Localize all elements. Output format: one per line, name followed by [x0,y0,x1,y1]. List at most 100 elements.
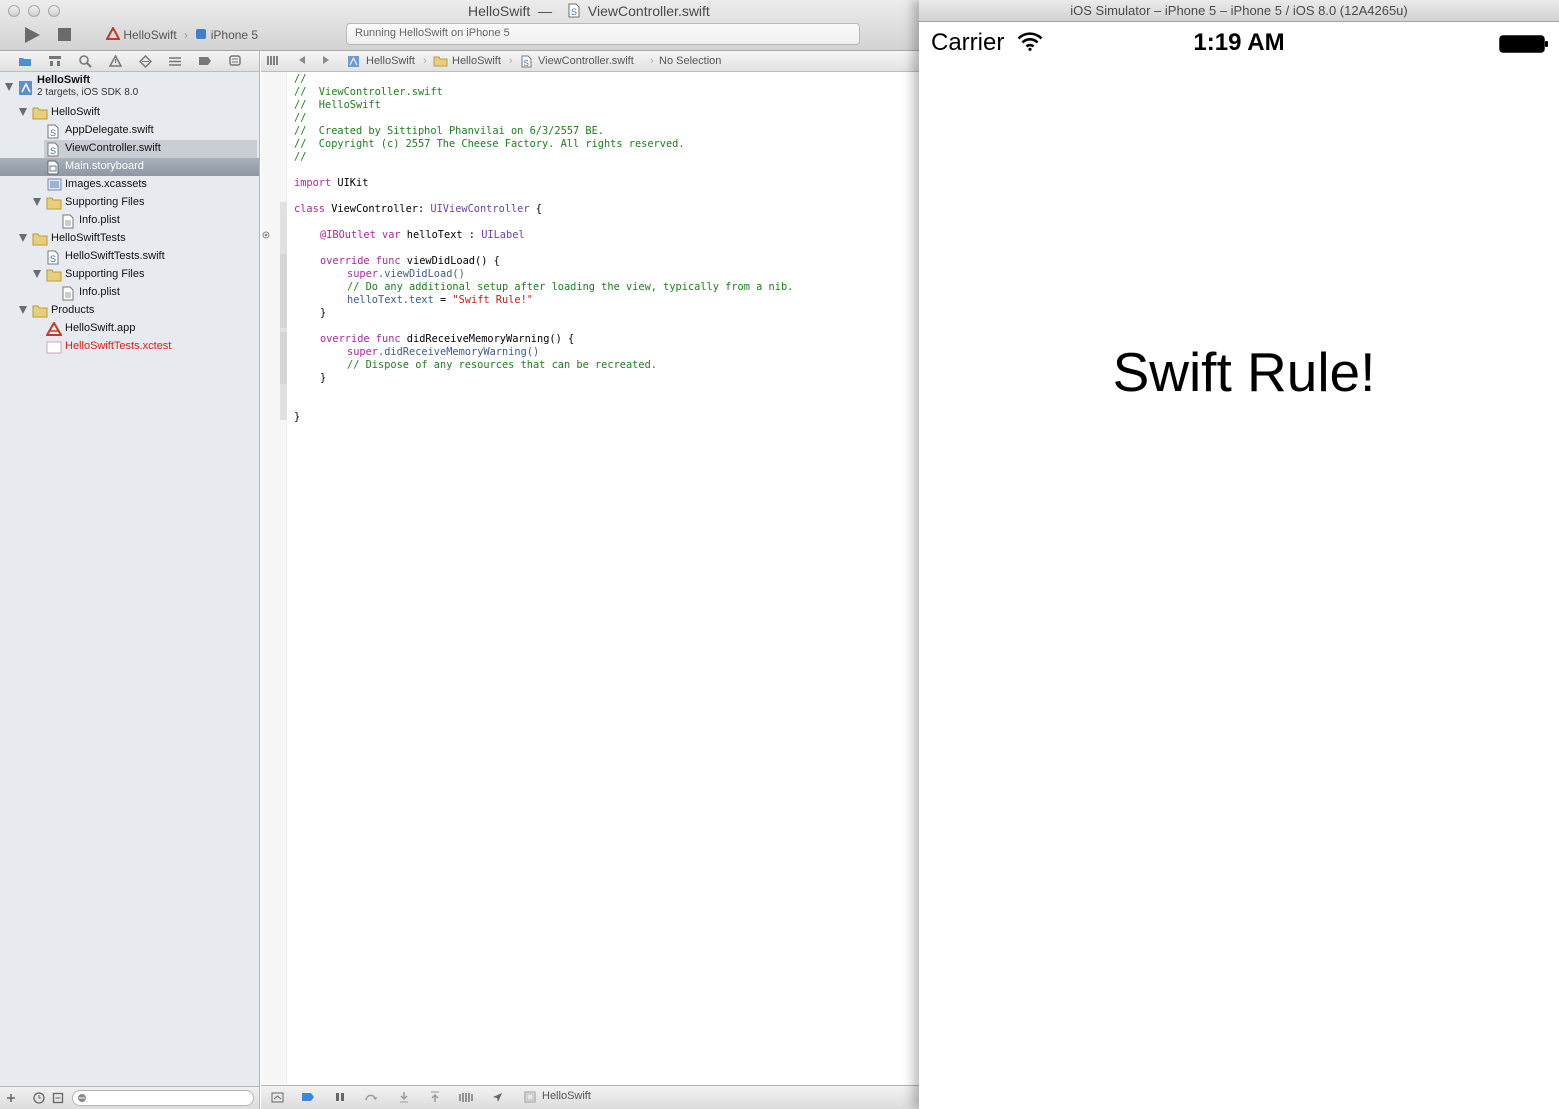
symbol-hierarchy-icon[interactable] [47,54,63,68]
tree-item-label: Images.xcassets [65,178,147,190]
chevron-right-icon: › [423,55,427,67]
code-token: .text [402,294,434,306]
folder-icon [32,304,48,318]
debug-target-label[interactable]: HelloSwift [542,1090,591,1102]
code-token: didReceiveMemoryWarning() { [400,333,575,345]
swift-file-icon: S [47,124,63,139]
forward-arrow-icon[interactable] [321,55,331,68]
step-out-icon[interactable] [428,1091,442,1103]
code-keyword: override [320,255,370,267]
source-editor[interactable]: // // ViewController.swift // HelloSwift… [261,72,919,1084]
jumpbar-file[interactable]: ViewController.swift [538,55,634,67]
app-icon [45,321,63,336]
code-folding-ribbon[interactable] [280,254,287,328]
breakpoint-icon[interactable] [197,54,213,68]
disclosure-expanded-icon[interactable] [19,306,27,314]
code-type: UIViewController [430,203,530,215]
tree-item-tests-group[interactable]: HelloSwiftTests [0,230,259,248]
tree-item-label: HelloSwift.app [65,322,136,334]
pause-icon[interactable] [333,1091,347,1103]
hello-text-label: Swift Rule! [1112,341,1376,403]
tree-item-appdelegate[interactable]: S AppDelegate.swift [0,122,259,140]
code-keyword: func [369,255,401,267]
tree-item-images-xcassets[interactable]: Images.xcassets [0,176,259,194]
log-icon[interactable] [227,54,243,68]
search-icon[interactable] [77,54,93,68]
tree-item-info-plist[interactable]: Info.plist [0,212,259,230]
tree-item-project[interactable]: HelloSwift 2 targets, iOS SDK 8.0 [0,73,259,103]
view-debugging-icon[interactable] [459,1091,473,1103]
navigator-filter-input[interactable] [72,1090,254,1106]
location-arrow-icon[interactable] [490,1091,504,1103]
add-icon[interactable] [3,1091,19,1105]
tree-item-tests-swift[interactable]: S HelloSwiftTests.swift [0,248,259,266]
close-window-button[interactable] [8,5,20,17]
folder-icon[interactable] [17,54,33,68]
tree-item-supporting-files[interactable]: Supporting Files [0,194,259,212]
code-keyword: super [347,346,378,358]
navigator-filter-bar [0,1086,259,1109]
tree-item-helloswift-group[interactable]: HelloSwift [0,104,259,122]
tree-item-helloswift-app[interactable]: HelloSwift.app [0,320,259,338]
disclosure-expanded-icon[interactable] [19,234,27,242]
jumpbar-selection[interactable]: No Selection [659,55,721,67]
code-line: super.viewDidLoad() [347,268,465,281]
back-arrow-icon[interactable] [297,55,307,68]
stop-button[interactable] [56,26,76,44]
xcode-project-icon [18,80,34,95]
code-line: } [320,372,327,384]
minimize-window-button[interactable] [28,5,40,17]
step-into-icon[interactable] [397,1091,411,1103]
tree-item-tests-info-plist[interactable]: Info.plist [0,284,259,302]
recent-files-icon[interactable] [31,1091,47,1105]
scheme-selector[interactable]: HelloSwift › iPhone 5 [105,25,258,43]
code-line: // Do any additional setup after loading… [347,281,794,293]
project-navigator: HelloSwift 2 targets, iOS SDK 8.0 HelloS… [0,51,260,1109]
tree-item-products[interactable]: Products [0,302,259,320]
swift-file-icon: S [47,142,63,157]
tree-item-label: HelloSwift [51,106,100,118]
simulator-title: iOS Simulator – iPhone 5 – iPhone 5 / iO… [919,0,1559,22]
disclosure-expanded-icon[interactable] [33,270,41,278]
tree-item-tests-supporting-files[interactable]: Supporting Files [0,266,259,284]
warning-icon[interactable] [107,54,123,68]
tree-item-viewcontroller[interactable]: S ViewController.swift [44,140,257,158]
jumpbar-group[interactable]: HelloSwift [452,55,501,67]
run-button[interactable] [22,26,42,44]
activity-viewer: Running HelloSwift on iPhone 5 [346,23,860,45]
iphone-device-icon [195,28,210,43]
debug-bar: HelloSwift [261,1085,919,1109]
code-keyword: @IBOutlet [320,229,376,241]
test-bundle-icon [46,340,62,354]
code-token: ViewController: [325,203,431,215]
debug-navigator-icon[interactable] [167,54,183,68]
step-over-icon[interactable] [364,1091,378,1103]
code-line: super.didReceiveMemoryWarning() [347,346,539,359]
code-line: } [320,307,327,319]
source-control-filter-icon[interactable] [50,1091,66,1105]
code-folding-ribbon[interactable] [280,332,287,384]
test-icon[interactable] [137,54,153,68]
tree-item-label: AppDelegate.swift [65,124,154,136]
code-line: class ViewController: UIViewController { [294,203,542,216]
svg-text:S: S [50,146,56,156]
code-line: override func viewDidLoad() { [320,255,500,268]
folder-icon [32,232,48,246]
breakpoints-toggle-icon[interactable] [301,1091,315,1103]
filter-icon [78,1094,86,1102]
tree-item-main-storyboard[interactable]: Main.storyboard [0,158,259,176]
tree-item-tests-xctest[interactable]: HelloSwiftTests.xctest [0,338,259,356]
related-items-icon[interactable] [267,55,279,69]
jumpbar-project[interactable]: HelloSwift [366,55,415,67]
tree-item-label: Products [51,304,95,316]
app-target-icon [105,25,123,43]
disclosure-expanded-icon[interactable] [33,198,41,206]
disclosure-expanded-icon[interactable] [5,83,13,91]
hide-debug-area-icon[interactable] [270,1091,284,1103]
tree-item-label: Supporting Files [65,196,145,208]
outlet-connection-icon[interactable] [262,231,270,239]
code-line: // [294,151,307,163]
disclosure-expanded-icon[interactable] [19,108,27,116]
chevron-right-icon: › [184,28,189,42]
zoom-window-button[interactable] [48,5,60,17]
